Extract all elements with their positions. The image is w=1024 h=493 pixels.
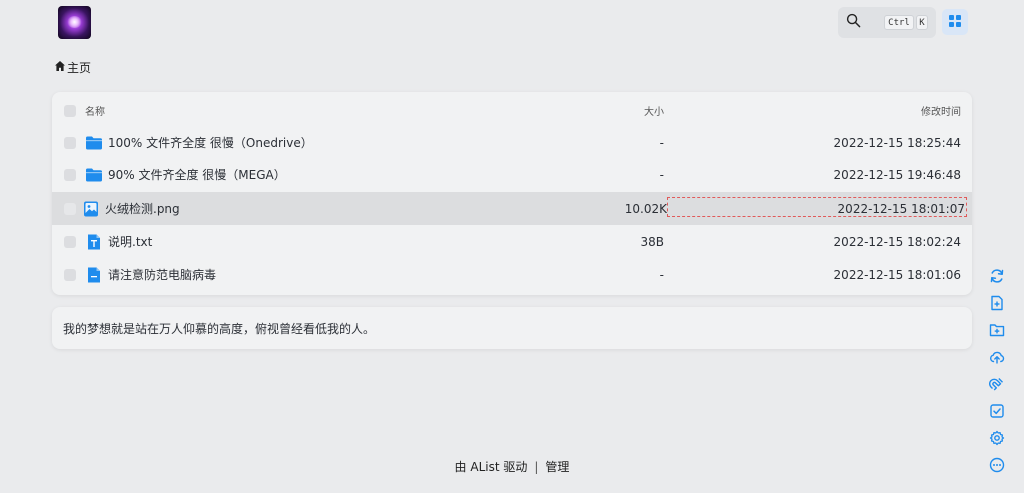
readme-text: 我的梦想就是站在万人仰慕的高度，俯视曾经看低我的人。 <box>63 321 376 336</box>
file-name[interactable]: 请注意防范电脑病毒 <box>108 266 216 283</box>
new-folder-icon <box>989 324 1005 337</box>
readme-card: 我的梦想就是站在万人仰慕的高度，俯视曾经看低我的人。 <box>52 307 972 349</box>
layout-toggle-button[interactable] <box>942 9 968 35</box>
gear-icon <box>989 430 1005 446</box>
select-all-checkbox[interactable] <box>64 104 76 117</box>
folder-icon <box>85 166 103 184</box>
breadcrumb-home-label[interactable]: 主页 <box>67 59 91 76</box>
powered-by-link[interactable]: 由 AList 驱动 <box>455 460 528 474</box>
file-name[interactable]: 90% 文件齐全度 很慢（MEGA） <box>108 166 286 183</box>
breadcrumb[interactable]: 主页 <box>54 59 91 76</box>
file-name[interactable]: 说明.txt <box>108 233 152 250</box>
search-icon <box>846 13 861 32</box>
settings-button[interactable] <box>988 429 1006 447</box>
text-file-icon <box>85 233 103 251</box>
more-button[interactable] <box>988 456 1006 474</box>
row-checkbox[interactable] <box>64 202 76 215</box>
file-modified: 2022-12-15 19:46:48 <box>833 167 961 182</box>
header-size[interactable]: 大小 <box>644 103 664 118</box>
file-modified: 2022-12-15 18:02:24 <box>833 234 961 249</box>
refresh-button[interactable] <box>988 267 1006 285</box>
row-checkbox[interactable] <box>64 235 76 248</box>
file-list-header: 名称 大小 修改时间 <box>52 94 972 127</box>
file-modified: 2022-12-15 18:25:44 <box>833 135 961 150</box>
site-logo[interactable] <box>58 6 91 39</box>
folder-icon <box>85 134 103 152</box>
search-box[interactable]: Ctrl K <box>838 7 936 38</box>
file-size: - <box>659 267 664 282</box>
file-size: - <box>659 167 664 182</box>
file-modified: 2022-12-15 18:01:06 <box>833 267 961 282</box>
file-row[interactable]: 请注意防范电脑病毒 - 2022-12-15 18:01:06 <box>52 258 972 291</box>
file-size: - <box>659 135 664 150</box>
image-file-icon <box>82 200 100 218</box>
new-folder-button[interactable] <box>988 321 1006 339</box>
footer: 由 AList 驱动 | 管理 <box>0 458 1024 475</box>
file-size: 10.02K <box>624 201 667 216</box>
shortcut-ctrl-key: Ctrl <box>884 15 914 30</box>
grid-icon <box>948 13 962 32</box>
refresh-icon <box>990 269 1004 283</box>
header-modified[interactable]: 修改时间 <box>921 103 961 118</box>
file-row[interactable]: 说明.txt 38B 2022-12-15 18:02:24 <box>52 225 972 258</box>
checkbox-icon <box>990 404 1004 418</box>
cloud-upload-icon <box>990 351 1005 364</box>
upload-button[interactable] <box>988 348 1006 366</box>
header-name[interactable]: 名称 <box>85 103 105 118</box>
select-toggle-button[interactable] <box>988 402 1006 420</box>
magnet-icon <box>989 378 1003 391</box>
file-row[interactable]: 90% 文件齐全度 很慢（MEGA） - 2022-12-15 19:46:48 <box>52 158 972 191</box>
more-icon <box>989 457 1005 473</box>
new-file-button[interactable] <box>988 294 1006 312</box>
home-icon <box>54 60 67 75</box>
manage-link[interactable]: 管理 <box>545 460 569 474</box>
file-icon <box>85 266 103 284</box>
offline-download-button[interactable] <box>988 375 1006 393</box>
row-checkbox[interactable] <box>64 168 76 181</box>
footer-separator: | <box>534 460 539 474</box>
file-size: 38B <box>640 234 664 249</box>
file-list: 名称 大小 修改时间 100% 文件齐全度 很慢（Onedrive） - 202… <box>52 92 972 295</box>
file-name[interactable]: 100% 文件齐全度 很慢（Onedrive） <box>108 134 313 151</box>
row-checkbox[interactable] <box>64 268 76 281</box>
new-file-icon <box>991 295 1003 311</box>
file-name[interactable]: 火绒检测.png <box>105 200 180 217</box>
row-checkbox[interactable] <box>64 136 76 149</box>
file-row[interactable]: 100% 文件齐全度 很慢（Onedrive） - 2022-12-15 18:… <box>52 126 972 159</box>
shortcut-k-key: K <box>916 15 928 30</box>
selection-highlight <box>667 197 967 217</box>
side-toolbar <box>987 267 1007 483</box>
